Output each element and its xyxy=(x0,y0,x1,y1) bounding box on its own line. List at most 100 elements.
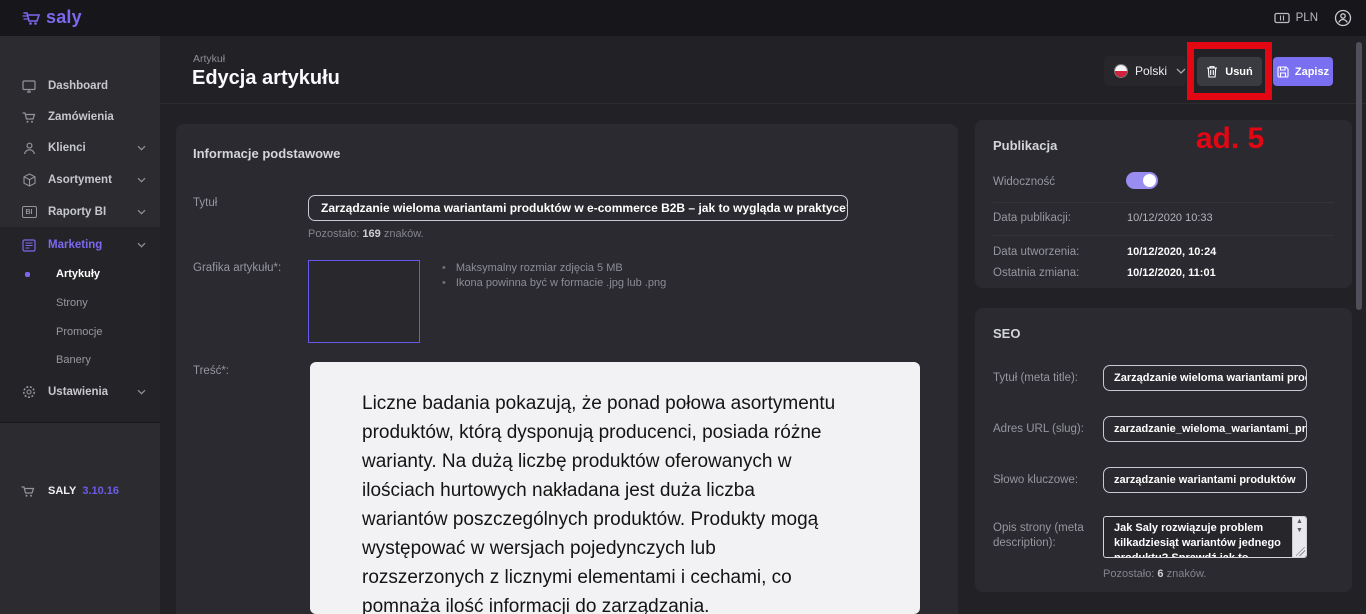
sidebar-subitem-label: Artykuły xyxy=(56,268,100,280)
publish-date-label: Data publikacji: xyxy=(993,212,1071,224)
sidebar-subitem-articles[interactable]: Artykuły xyxy=(0,261,160,287)
image-field-label: Grafika artykułu*: xyxy=(193,262,281,274)
title-field-label: Tytuł xyxy=(193,197,217,209)
publication-panel: Publikacja Widoczność Data publikacji: 1… xyxy=(975,120,1352,288)
cart-icon xyxy=(21,485,37,498)
sidebar-item-label: Ustawienia xyxy=(48,386,108,398)
meta-description-textarea[interactable]: Jak Saly rozwiązuje problem kilkadziesią… xyxy=(1103,516,1307,558)
scroll-up-icon[interactable]: ▲ xyxy=(1293,517,1306,526)
delete-button-label: Usuń xyxy=(1225,66,1253,78)
description-remaining-hint: Pozostało: 6 znaków. xyxy=(1103,568,1206,580)
version-number: 3.10.16 xyxy=(82,485,119,497)
publish-date-value: 10/12/2020 10:33 xyxy=(1127,212,1213,224)
sidebar-item-clients[interactable]: Klienci xyxy=(0,134,160,162)
poland-flag-icon xyxy=(1114,64,1128,78)
chevron-down-icon xyxy=(137,177,146,183)
app-logo[interactable]: saly xyxy=(22,7,82,28)
title-remaining-hint: Pozostało: 169 znaków. xyxy=(308,228,424,240)
active-bullet-icon xyxy=(25,272,30,277)
bullet-icon: • xyxy=(442,277,446,289)
sidebar-subitem-banners[interactable]: Banery xyxy=(0,347,160,373)
image-hint-size: •Maksymalny rozmiar zdjęcia 5 MB xyxy=(442,262,623,274)
sidebar-item-assortment[interactable]: Asortyment xyxy=(0,166,160,194)
bullet-icon: • xyxy=(442,262,446,274)
save-button-label: Zapisz xyxy=(1295,66,1329,78)
sidebar-item-label: Dashboard xyxy=(48,80,108,92)
page-title: Edycja artykułu xyxy=(192,67,340,90)
annotation-text: ad. 5 xyxy=(1185,122,1275,156)
sidebar-item-label: Klienci xyxy=(48,142,86,154)
keyword-input[interactable]: zarządzanie wariantami produktów xyxy=(1103,467,1307,493)
topbar-actions: PLN xyxy=(1274,0,1352,36)
slug-input[interactable]: zarzadzanie_wieloma_wariantami_produktow xyxy=(1103,416,1307,442)
save-icon xyxy=(1277,66,1289,78)
section-heading: Publikacja xyxy=(993,138,1057,153)
section-heading: SEO xyxy=(993,326,1020,341)
created-date-label: Data utworzenia: xyxy=(993,246,1079,258)
delete-button[interactable]: Usuń xyxy=(1197,57,1262,86)
slug-label: Adres URL (slug): xyxy=(993,423,1103,435)
sidebar-item-marketing[interactable]: Marketing xyxy=(0,231,160,259)
sidebar-item-settings[interactable]: Ustawienia xyxy=(0,378,160,406)
sidebar-subitem-promotions[interactable]: Promocje xyxy=(0,319,160,345)
app-version: SALY 3.10.16 xyxy=(0,479,160,503)
version-name: SALY xyxy=(48,485,76,497)
chevron-down-icon xyxy=(137,389,146,395)
currency-label: PLN xyxy=(1296,12,1318,24)
sidebar-item-reports-bi[interactable]: BI Raporty BI xyxy=(0,198,160,226)
created-date-value: 10/12/2020, 10:24 xyxy=(1127,246,1216,258)
article-title-input[interactable]: Zarządzanie wieloma wariantami produktów… xyxy=(308,195,848,221)
sidebar: Dashboard Zamówienia Klienci Asortyment … xyxy=(0,36,160,614)
meta-description-label: Opis strony (meta description): xyxy=(993,521,1093,551)
article-content-editor[interactable]: Liczne badania pokazują, że ponad połowa… xyxy=(310,362,920,614)
section-heading: Informacje podstawowe xyxy=(193,146,340,161)
package-icon xyxy=(21,172,37,188)
visibility-label: Widoczność xyxy=(993,176,1055,188)
sidebar-item-label: Asortyment xyxy=(48,174,112,186)
logo-text: saly xyxy=(46,7,82,28)
textarea-scrollbar[interactable]: ▲ ▼ xyxy=(1292,517,1306,557)
modified-date-value: 10/12/2020, 11:01 xyxy=(1127,267,1216,279)
account-icon[interactable] xyxy=(1334,9,1352,27)
sidebar-item-label: Marketing xyxy=(48,239,102,251)
panel-divider xyxy=(993,202,1334,203)
chevron-down-icon xyxy=(137,209,146,215)
sidebar-item-orders[interactable]: Zamówienia xyxy=(0,103,160,131)
sidebar-divider xyxy=(0,422,160,423)
news-icon xyxy=(21,237,37,253)
chevron-down-icon xyxy=(137,145,146,151)
meta-title-input[interactable]: Zarządzanie wieloma wariantami produktów xyxy=(1103,365,1307,391)
header-divider xyxy=(160,103,1366,104)
gear-icon xyxy=(21,384,37,400)
sidebar-subitem-label: Promocje xyxy=(56,326,102,338)
monitor-icon xyxy=(21,78,37,94)
meta-description-text: Jak Saly rozwiązuje problem kilkadziesią… xyxy=(1104,517,1306,558)
page-scrollbar[interactable] xyxy=(1356,42,1362,310)
visibility-toggle[interactable] xyxy=(1126,172,1158,189)
sidebar-subitem-pages[interactable]: Strony xyxy=(0,290,160,316)
sidebar-subitem-label: Strony xyxy=(56,297,88,309)
image-hint-format: •Ikona powinna być w formacie .jpg lub .… xyxy=(442,277,666,289)
language-select[interactable]: Polski xyxy=(1104,56,1186,86)
modified-date-label: Ostatnia zmiana: xyxy=(993,267,1079,279)
article-content-text: Liczne badania pokazują, że ponad połowa… xyxy=(310,362,920,614)
save-button[interactable]: Zapisz xyxy=(1273,57,1333,86)
toggle-knob xyxy=(1143,174,1156,187)
chevron-down-icon xyxy=(137,242,146,248)
sidebar-subitem-label: Banery xyxy=(56,354,91,366)
language-label: Polski xyxy=(1135,64,1167,78)
sidebar-item-label: Raporty BI xyxy=(48,206,106,218)
banknote-icon xyxy=(1274,12,1290,24)
trash-icon xyxy=(1206,65,1218,78)
person-icon xyxy=(21,140,37,156)
currency-selector[interactable]: PLN xyxy=(1274,12,1318,24)
topbar: saly PLN xyxy=(0,0,1366,36)
meta-title-label: Tytuł (meta title): xyxy=(993,372,1103,384)
panel-divider xyxy=(993,235,1334,236)
article-image-upload[interactable] xyxy=(308,260,420,343)
keyword-label: Słowo kluczowe: xyxy=(993,474,1103,486)
resize-grip-icon[interactable] xyxy=(1296,547,1305,556)
cart-logo-icon xyxy=(22,10,42,26)
scroll-down-icon[interactable]: ▼ xyxy=(1293,526,1306,535)
sidebar-item-dashboard[interactable]: Dashboard xyxy=(0,72,160,100)
